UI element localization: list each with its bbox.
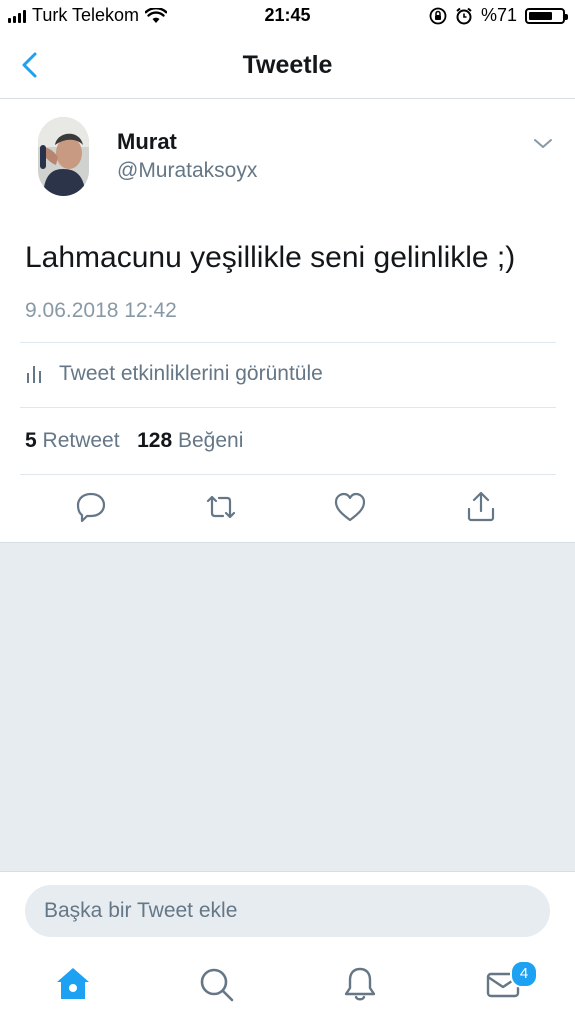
- status-right: %71: [429, 5, 568, 26]
- empty-replies-area: [0, 543, 575, 871]
- like-icon[interactable]: [332, 489, 368, 525]
- battery-icon: [525, 7, 568, 24]
- reply-input-placeholder: Başka bir Tweet ekle: [44, 899, 238, 922]
- retweet-icon[interactable]: [203, 489, 239, 525]
- search-icon[interactable]: [196, 964, 236, 1004]
- tab-bar: [0, 946, 575, 1024]
- retweet-count: 5: [25, 429, 37, 452]
- battery-percent: %71: [480, 5, 517, 25]
- status-bar: Turk Telekom 21:45 %71: [0, 0, 575, 32]
- like-stat[interactable]: 128 Beğeni: [137, 429, 243, 452]
- analytics-label: Tweet etkinliklerini görüntüle: [59, 362, 323, 385]
- alarm-icon: [456, 7, 472, 24]
- divider: [20, 474, 556, 475]
- divider: [20, 407, 556, 408]
- battery-fill: [529, 11, 552, 20]
- chevron-down-icon[interactable]: [530, 134, 556, 152]
- author-handle[interactable]: @Murataksoyx: [117, 159, 257, 183]
- screen: Turk Telekom 21:45 %71 Tweetle Murat @Mu…: [0, 0, 575, 1024]
- tweet-detail: Murat @Murataksoyx Lahmacunu yeşillikle …: [0, 99, 575, 543]
- author-name[interactable]: Murat: [117, 129, 177, 155]
- like-count: 128: [137, 429, 173, 452]
- share-icon[interactable]: [463, 489, 499, 525]
- tweet-analytics-link[interactable]: Tweet etkinliklerini görüntüle: [25, 362, 323, 386]
- notifications-icon[interactable]: [340, 964, 380, 1004]
- messages-badge: 4: [510, 960, 538, 988]
- tweet-actions: [0, 489, 575, 529]
- retweet-stat[interactable]: 5 Retweet: [25, 429, 120, 452]
- compose-bar: Başka bir Tweet ekle: [0, 871, 575, 947]
- analytics-icon: [27, 366, 41, 383]
- orientation-lock-icon: [429, 7, 447, 24]
- engagement-counts: 5 Retweet 128 Beğeni: [25, 429, 243, 453]
- tweet-timestamp: 9.06.2018 12:42: [25, 299, 177, 322]
- home-icon[interactable]: [53, 964, 93, 1004]
- page-title: Tweetle: [242, 51, 333, 79]
- like-label: Beğeni: [177, 429, 244, 452]
- retweet-label: Retweet: [42, 429, 120, 452]
- divider: [20, 342, 556, 343]
- tweet-text: Lahmacunu yeşillikle seni gelinlikle ;): [25, 241, 516, 274]
- avatar[interactable]: [38, 117, 89, 196]
- reply-input[interactable]: Başka bir Tweet ekle: [25, 885, 550, 937]
- reply-icon[interactable]: [73, 489, 109, 525]
- nav-bar: Tweetle: [0, 32, 575, 99]
